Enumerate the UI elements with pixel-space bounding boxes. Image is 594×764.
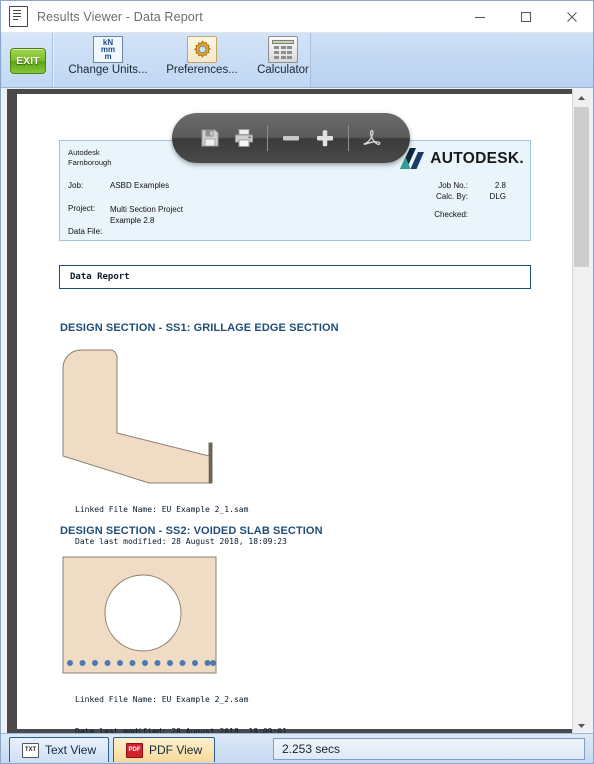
calculator-button[interactable]: Calculator (250, 36, 316, 84)
change-units-label: Change Units... (68, 64, 148, 76)
scroll-up-icon[interactable] (573, 89, 590, 106)
gear-icon (187, 36, 217, 63)
txt-icon: TXT (22, 742, 39, 758)
job-value: ASBD Examples (110, 181, 170, 190)
calculator-label: Calculator (257, 64, 309, 76)
tab-pdf-view-label: PDF View (149, 743, 203, 757)
vertical-scrollbar[interactable] (572, 89, 590, 734)
linked-file-name-ss1: Linked File Name: EU Example 2_1.sam (75, 505, 249, 514)
exit-group: EXIT (2, 33, 53, 87)
document-icon (9, 6, 28, 27)
data-report-bar: Data Report (59, 265, 531, 289)
pdf-floating-toolbar (172, 113, 410, 163)
preferences-button[interactable]: Preferences... (158, 36, 246, 84)
bottom-bar: TXT Text View PDF PDF View 2.253 secs (1, 733, 593, 763)
pdf-icon: PDF (126, 742, 143, 758)
window-controls (457, 1, 593, 33)
autodesk-wordmark: AUTODESK. (430, 150, 524, 167)
data-report-label: Data Report (70, 272, 130, 282)
checked-label: Checked: (434, 210, 468, 219)
project-value-line-1: Multi Section Project (110, 205, 183, 214)
exit-button[interactable]: EXIT (10, 48, 46, 74)
save-icon[interactable] (193, 122, 227, 154)
section-title-ss1: DESIGN SECTION - SS1: GRILLAGE EDGE SECT… (60, 322, 339, 334)
scrollbar-thumb[interactable] (574, 107, 589, 267)
org-line-2: Farnborough (68, 157, 112, 167)
zoom-out-icon[interactable] (274, 122, 308, 154)
toolbar-separator-1 (267, 125, 268, 151)
drawing-grillage-edge-section (62, 349, 213, 484)
minimize-button[interactable] (457, 1, 503, 33)
close-button[interactable] (549, 1, 593, 33)
autodesk-logo: AUTODESK. (398, 147, 524, 171)
project-label: Project: (68, 204, 96, 213)
linked-file-name-ss2: Linked File Name: EU Example 2_2.sam (75, 695, 249, 704)
window-title: Results Viewer - Data Report (37, 9, 203, 24)
acrobat-icon[interactable] (355, 122, 389, 154)
job-label: Job: (68, 181, 84, 190)
drawing-voided-slab-section (62, 556, 217, 674)
calc-by-label: Calc. By: (435, 192, 468, 201)
project-value-line-2: Example 2.8 (110, 216, 155, 225)
tools-group: kN mm m Change Units... Preferences... C… (53, 33, 311, 87)
print-icon[interactable] (227, 122, 261, 154)
calculator-icon (268, 36, 298, 63)
job-no-value: 2.8 (494, 181, 506, 190)
change-units-button[interactable]: kN mm m Change Units... (60, 36, 156, 84)
maximize-button[interactable] (503, 1, 549, 33)
status-text: 2.253 secs (282, 742, 341, 756)
section-title-ss2: DESIGN SECTION - SS2: VOIDED SLAB SECTIO… (60, 525, 323, 537)
tab-pdf-view[interactable]: PDF PDF View (113, 737, 216, 762)
toolbar-separator-2 (348, 125, 349, 151)
status-field: 2.253 secs (273, 738, 585, 760)
data-file-label: Data File: (68, 227, 103, 236)
zoom-in-icon[interactable] (308, 122, 342, 154)
project-value: Multi Section Project Example 2.8 (110, 204, 183, 226)
title-bar: Results Viewer - Data Report (1, 1, 593, 33)
units-icon: kN mm m (93, 36, 123, 63)
calc-by-value: DLG (489, 192, 506, 201)
date-last-modified-ss1: Date last modified: 28 August 2018, 18:0… (75, 536, 287, 546)
tab-text-view[interactable]: TXT Text View (9, 737, 110, 762)
organisation-name: Autodesk Farnborough (68, 148, 111, 167)
units-icon-line3: m (104, 52, 112, 61)
results-viewer-window: Results Viewer - Data Report EXIT kN mm … (0, 0, 594, 764)
preferences-label: Preferences... (166, 64, 238, 76)
scroll-down-icon[interactable] (573, 717, 590, 734)
tab-text-view-label: Text View (45, 743, 97, 757)
toolbar: EXIT kN mm m Change Units... Preferences… (1, 33, 593, 88)
org-line-1: Autodesk (68, 148, 100, 157)
job-no-label: Job No.: (438, 181, 468, 190)
